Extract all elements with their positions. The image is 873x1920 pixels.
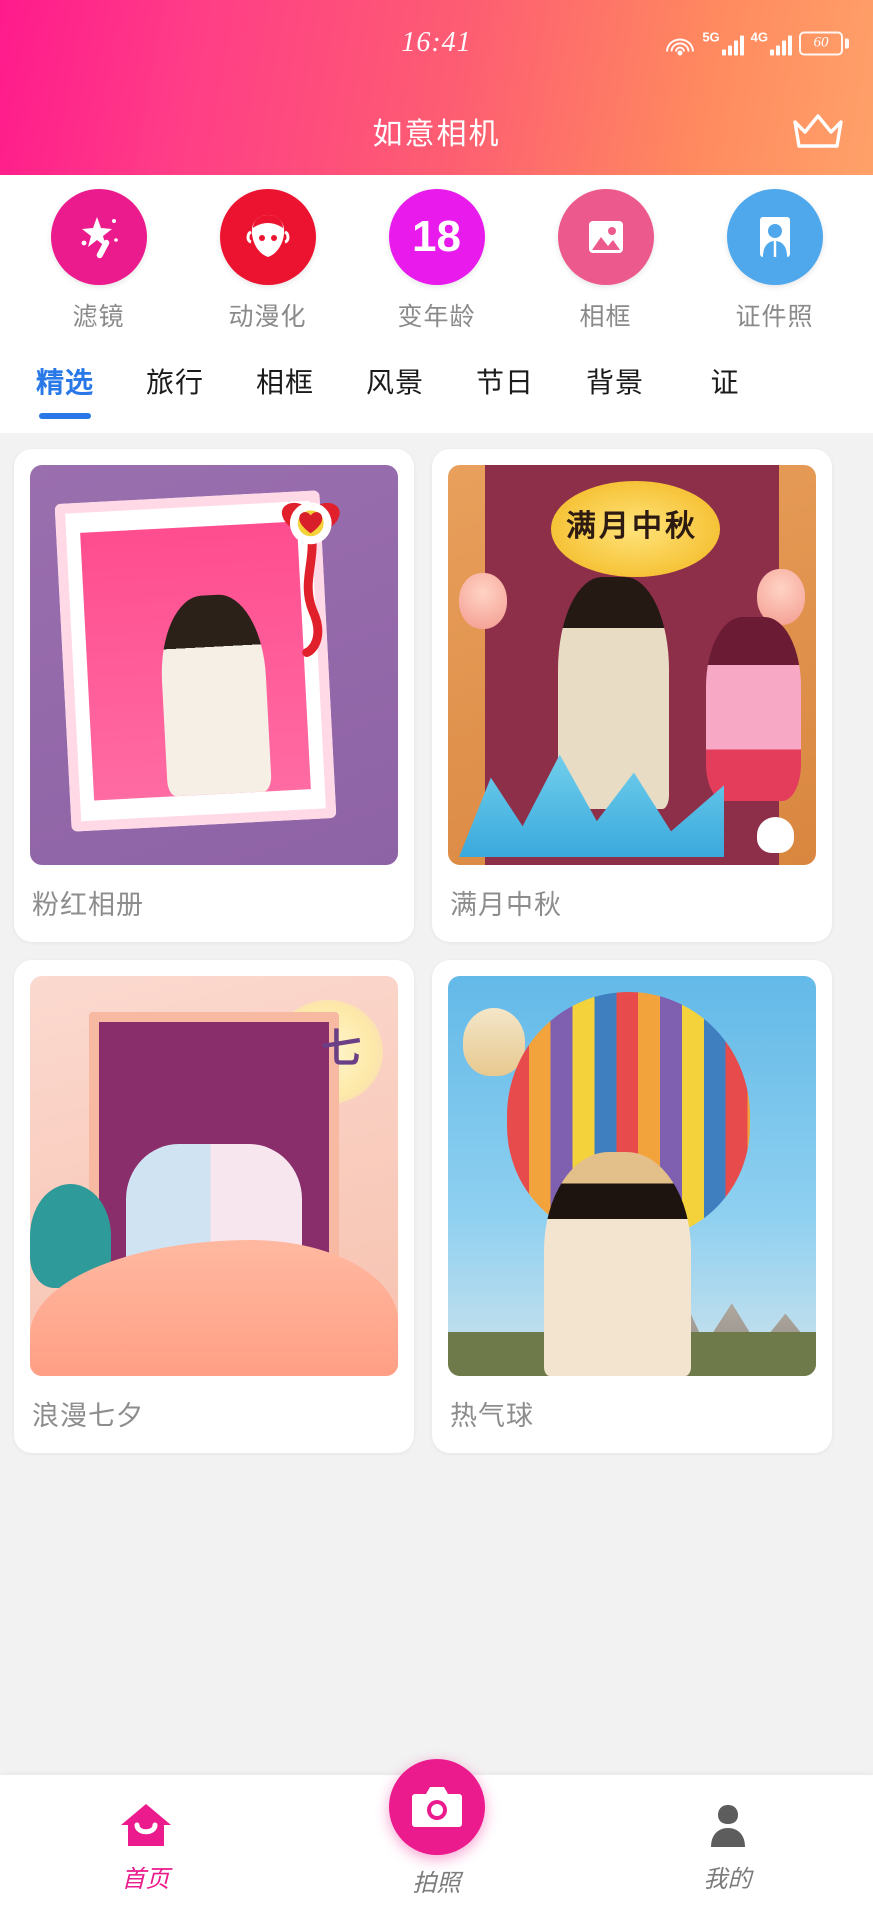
tab-label: 证 [710,367,740,398]
nav-label: 拍照 [412,1871,461,1897]
template-card[interactable]: 热气球 [432,960,832,1453]
quick-action-anime[interactable]: 动漫化 [200,189,336,333]
wifi-icon [665,31,695,55]
template-thumbnail [30,465,398,865]
quick-action-age[interactable]: 18 变年龄 [369,189,505,333]
bottom-navigation: 首页 拍照 我的 [0,1759,873,1920]
template-thumbnail: 七 [30,976,398,1376]
age-badge-number: 18 [412,212,461,261]
sim1-label: 5G [702,29,720,45]
signal-bars-icon [721,34,744,56]
nav-label: 首页 [121,1867,170,1893]
tab-label: 相框 [255,367,314,398]
template-grid: 粉红相册 满月中秋 满月中秋 七 浪漫七夕 热气球 [0,433,873,1833]
nav-item-camera[interactable]: 拍照 [337,1759,537,1898]
template-card-title: 满月中秋 [450,890,562,920]
battery-icon: 60 [799,31,849,55]
tab-label: 风景 [365,367,424,398]
status-indicators: 5G 4G 60 [665,31,849,56]
template-card[interactable]: 满月中秋 满月中秋 [432,449,832,942]
id-photo-icon [726,189,823,285]
app-header: 16:41 5G 4G 60 如意相机 [0,0,873,175]
tab-jingxuan[interactable]: 精选 [10,361,120,401]
quick-action-filter[interactable]: 滤镜 [31,189,167,333]
tab-beijing[interactable]: 背景 [560,361,670,401]
photo-frame-icon [557,189,654,285]
quick-action-label: 变年龄 [397,303,476,331]
app-bar: 如意相机 [0,86,873,175]
tab-label: 节日 [475,367,534,398]
tab-zhengjian[interactable]: 证 [670,361,780,401]
template-card-title: 粉红相册 [32,890,144,920]
quick-action-frame[interactable]: 相框 [538,189,674,333]
sim2-signal: 4G [751,31,792,56]
home-icon [120,1804,171,1846]
app-screen: 16:41 5G 4G 60 如意相机 滤镜 动漫化 18 变年龄 相框 证件照… [0,0,873,1920]
template-thumbnail: 满月中秋 [448,465,816,865]
tab-xiangkuang[interactable]: 相框 [230,361,340,401]
tab-label: 旅行 [145,367,204,398]
template-card-title: 浪漫七夕 [32,1401,144,1431]
quick-action-label: 证件照 [735,303,814,331]
category-tab-bar[interactable]: 精选 旅行 相框 风景 节日 背景 证 [0,347,873,433]
sim1-signal: 5G [702,29,744,56]
crown-icon[interactable] [791,110,845,152]
page-title: 如意相机 [372,117,501,151]
quick-action-label: 滤镜 [72,303,125,331]
quick-action-label: 动漫化 [228,303,307,331]
ribbon-decoration-icon [281,502,340,657]
template-card[interactable]: 粉红相册 [14,449,414,942]
quick-action-label: 相框 [579,303,632,331]
tab-fengjing[interactable]: 风景 [340,361,450,401]
nav-item-profile[interactable]: 我的 [628,1801,828,1894]
face-anime-icon [219,189,316,285]
camera-shutter-button[interactable] [388,1759,485,1855]
nav-item-home[interactable]: 首页 [46,1801,246,1894]
artwork-text: 七 [321,1026,362,1071]
template-card[interactable]: 七 浪漫七夕 [14,960,414,1453]
status-time: 16:41 [401,27,472,58]
tab-jieri[interactable]: 节日 [450,361,560,401]
artwork-text: 满月中秋 [566,510,698,543]
sim2-label: 4G [750,29,768,45]
tab-label: 背景 [585,367,644,398]
tab-label: 精选 [35,367,94,398]
template-thumbnail [448,976,816,1376]
person-icon [710,1805,745,1847]
signal-bars-icon [770,34,792,56]
age-18-icon: 18 [388,189,485,285]
magic-wand-icon [50,189,147,285]
template-card-title: 热气球 [450,1401,534,1431]
battery-level: 60 [813,34,829,51]
tab-lvxing[interactable]: 旅行 [120,361,230,401]
quick-action-idphoto[interactable]: 证件照 [707,189,843,333]
camera-icon [411,1787,462,1827]
nav-label: 我的 [703,1867,752,1893]
status-bar: 16:41 5G 4G 60 [0,0,873,86]
quick-actions-row: 滤镜 动漫化 18 变年龄 相框 证件照 [0,175,873,347]
